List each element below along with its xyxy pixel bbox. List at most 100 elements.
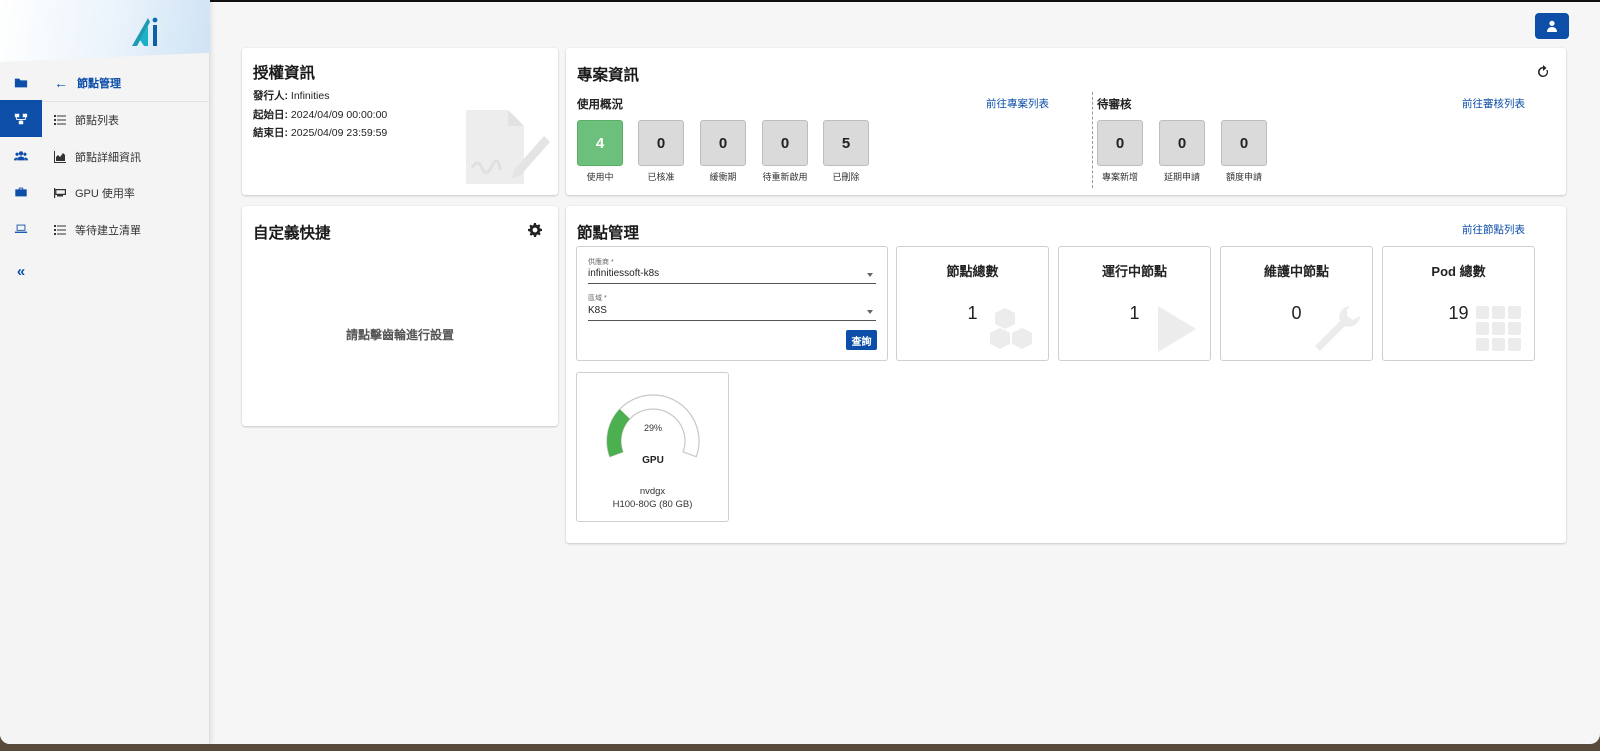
provider-label: 供應商 * xyxy=(588,259,614,266)
start-label: 起始日: xyxy=(253,109,288,121)
rail-folder-icon[interactable] xyxy=(0,64,42,101)
provider-underline xyxy=(588,283,876,284)
sidebar-back-header[interactable]: ← 節點管理 xyxy=(42,64,210,102)
stat-reactivate[interactable]: 0 xyxy=(762,120,808,166)
license-issuer: 發行人: Infinities xyxy=(253,88,329,103)
start-value: 2024/04/09 00:00:00 xyxy=(290,109,388,121)
running-nodes-card[interactable]: 運行中節點 1 xyxy=(1058,246,1211,361)
pod-total-card[interactable]: Pod 總數 19 xyxy=(1382,246,1535,361)
list-icon xyxy=(54,224,66,236)
query-button[interactable]: 查詢 xyxy=(846,330,877,350)
license-start: 起始日: 2024/04/09 00:00:00 xyxy=(253,107,387,122)
stat-label-reactivate: 待重新啟用 xyxy=(762,172,808,182)
stat-project-new[interactable]: 0 xyxy=(1097,120,1143,166)
stat-approved[interactable]: 0 xyxy=(638,120,684,166)
sidebar-item-label: GPU 使用率 xyxy=(75,187,135,200)
license-title: 授權資訊 xyxy=(253,65,316,82)
sidebar-item-label: 等待建立清單 xyxy=(75,224,141,237)
stat-extension[interactable]: 0 xyxy=(1159,120,1205,166)
cubes-icon xyxy=(990,308,1032,349)
arrow-left-icon: ← xyxy=(54,74,68,91)
sidebar-header-label: 節點管理 xyxy=(77,77,121,90)
usage-title: 使用概況 xyxy=(577,99,623,111)
stat-label-buffer: 緩衝期 xyxy=(709,172,737,182)
review-list-link[interactable]: 前往審核列表 xyxy=(1462,96,1525,111)
refresh-icon[interactable] xyxy=(1536,65,1550,79)
project-list-link[interactable]: 前往專案列表 xyxy=(986,96,1049,111)
node-filter-form: 供應商 * infinitiessoft-k8s 區域 * K8S 查詢 xyxy=(576,246,888,361)
user-menu-button[interactable] xyxy=(1535,13,1569,39)
rail-users-icon[interactable] xyxy=(0,137,42,174)
gear-icon[interactable] xyxy=(528,223,542,237)
main-content: 授權資訊 發行人: Infinities 起始日: 2024/04/09 00:… xyxy=(210,0,1600,744)
app-logo-icon xyxy=(132,17,158,46)
sidebar-item-gpu-usage[interactable]: GPU 使用率 xyxy=(42,174,210,211)
end-label: 結束日: xyxy=(253,127,288,139)
list-icon xyxy=(54,114,66,126)
license-card: 授權資訊 發行人: Infinities 起始日: 2024/04/09 00:… xyxy=(242,48,558,195)
issuer-value: Infinities xyxy=(290,90,330,102)
node-list-link[interactable]: 前往節點列表 xyxy=(1462,222,1525,237)
gauge-percent: 29% xyxy=(644,423,662,433)
rail-laptop-icon[interactable] xyxy=(0,210,42,247)
stat-label-quota: 額度申請 xyxy=(1225,172,1262,182)
sidebar-item-node-list[interactable]: 節點列表 xyxy=(42,101,210,138)
project-divider xyxy=(1092,92,1093,188)
stat-quota[interactable]: 0 xyxy=(1221,120,1267,166)
sidebar-item-node-detail[interactable]: 節點詳細資訊 xyxy=(42,138,210,175)
maintenance-nodes-card[interactable]: 維護中節點 0 xyxy=(1220,246,1373,361)
stat-label-extension: 延期申請 xyxy=(1163,172,1200,182)
shortcuts-title: 自定義快捷 xyxy=(253,225,331,242)
stat-label-in-use: 使用中 xyxy=(586,172,614,182)
region-select[interactable]: K8S xyxy=(588,305,607,316)
icon-rail: « xyxy=(0,0,42,744)
node-management-title: 節點管理 xyxy=(577,225,640,242)
grid-icon xyxy=(1476,306,1521,351)
play-icon xyxy=(1158,306,1196,352)
stat-deleted[interactable]: 5 xyxy=(823,120,869,166)
stat-label-project-new: 專案新增 xyxy=(1101,172,1138,182)
chevron-down-icon[interactable] xyxy=(867,273,873,277)
provider-select[interactable]: infinitiessoft-k8s xyxy=(588,268,659,279)
issuer-label: 發行人: xyxy=(253,90,288,102)
project-card: 專案資訊 使用概況 前往專案列表 4 使用中 0 已核准 0 緩衝期 0 待重新… xyxy=(566,48,1566,195)
gpu-icon xyxy=(54,187,66,199)
node-management-card: 節點管理 前往節點列表 供應商 * infinitiessoft-k8s 區域 … xyxy=(566,206,1566,543)
user-icon xyxy=(1547,20,1557,32)
sidebar: ← 節點管理 節點列表 節點詳細資訊 GPU 使用率 等待建立清單 xyxy=(0,0,210,744)
stat-label-approved: 已核准 xyxy=(647,172,675,182)
gpu-model: H100-80G (80 GB) xyxy=(612,499,693,510)
stat-label-deleted: 已刪除 xyxy=(832,172,860,182)
running-nodes-title: 運行中節點 xyxy=(1101,264,1167,279)
chart-icon xyxy=(54,150,66,163)
signed-document-icon xyxy=(466,110,550,184)
end-value: 2025/04/09 23:59:59 xyxy=(290,127,388,139)
gpu-usage-card[interactable]: 29% GPU nvdgx H100-80G (80 GB) xyxy=(576,372,729,522)
maintenance-nodes-title: 維護中節點 xyxy=(1263,264,1329,279)
gpu-host: nvdgx xyxy=(639,486,666,497)
sidebar-item-label: 節點列表 xyxy=(75,114,119,127)
license-end: 結束日: 2025/04/09 23:59:59 xyxy=(253,125,387,140)
stat-in-use[interactable]: 4 xyxy=(577,120,623,166)
shortcuts-card: 自定義快捷 請點擊齒輪進行設置 xyxy=(242,206,558,426)
logo-banner xyxy=(0,0,210,62)
rail-node-icon[interactable] xyxy=(0,100,42,137)
node-total-card[interactable]: 節點總數 1 xyxy=(896,246,1049,361)
rail-toolbox-icon[interactable] xyxy=(0,173,42,210)
stat-buffer[interactable]: 0 xyxy=(700,120,746,166)
project-title: 專案資訊 xyxy=(577,67,640,84)
pod-total-title: Pod 總數 xyxy=(1431,264,1486,279)
shortcuts-empty-message: 請點擊齒輪進行設置 xyxy=(345,328,454,342)
collapse-sidebar-button[interactable]: « xyxy=(0,260,42,282)
gauge-label: GPU xyxy=(642,455,664,466)
gauge-fill xyxy=(607,409,630,457)
region-label: 區域 * xyxy=(588,295,607,302)
sidebar-item-pending-list[interactable]: 等待建立清單 xyxy=(42,211,210,248)
wrench-icon xyxy=(1315,306,1360,351)
region-underline xyxy=(588,320,876,321)
app-window: « ← 節點管理 節點列表 節點詳細資訊 GPU 使用率 等待建立清單 授權資訊… xyxy=(0,0,1600,744)
node-total-title: 節點總數 xyxy=(946,264,999,279)
sidebar-item-label: 節點詳細資訊 xyxy=(75,151,141,164)
chevron-down-icon[interactable] xyxy=(867,310,873,314)
pending-title: 待審核 xyxy=(1097,99,1132,111)
